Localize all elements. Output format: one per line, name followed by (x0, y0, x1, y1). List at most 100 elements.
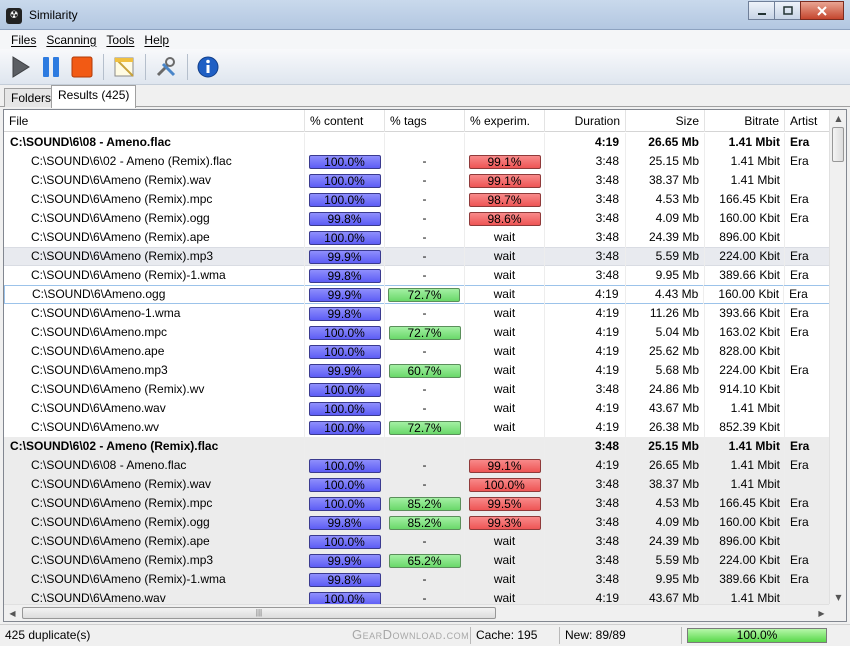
menu-scanning[interactable]: Scanning (41, 33, 101, 47)
table-row[interactable]: C:\SOUND\6\Ameno-1.wma 99.8% - wait 4:19 11.2… (4, 304, 830, 323)
table-row[interactable]: C:\SOUND\6\Ameno (Remix).wv 100.0% - wait 3:… (4, 380, 830, 399)
table-row[interactable]: C:\SOUND\6\Ameno (Remix).ape 100.0% - wait 3… (4, 532, 830, 551)
column-header-content[interactable]: % content (305, 110, 385, 132)
menu-tools[interactable]: Tools (101, 33, 139, 47)
column-header-size[interactable]: Size (626, 110, 705, 132)
size-cell: 38.37 Mb (626, 475, 705, 494)
scroll-right-arrow-icon[interactable]: ▶ (813, 605, 830, 621)
size-cell: 4.43 Mb (626, 285, 705, 304)
content-cell-bar: 99.8% (308, 515, 381, 530)
artist-cell (785, 418, 830, 437)
column-header-duration[interactable]: Duration (545, 110, 626, 132)
tags-cell-text: - (422, 344, 427, 358)
experim-cell-text: wait (493, 534, 516, 548)
experim-cell: wait (465, 551, 545, 570)
file-cell-text: C:\SOUND\6\Ameno.wav (31, 591, 166, 605)
table-row[interactable]: C:\SOUND\6\Ameno (Remix).mp3 99.9% - wait 3:… (4, 247, 830, 266)
size-cell: 5.59 Mb (626, 551, 705, 570)
size-cell: 24.86 Mb (626, 380, 705, 399)
duration-cell-text: 4:19 (595, 458, 619, 472)
file-cell-text: C:\SOUND\6\08 - Ameno.flac (31, 458, 187, 472)
column-header-bitrate[interactable]: Bitrate (705, 110, 785, 132)
vertical-scroll-thumb[interactable] (832, 127, 844, 162)
about-button[interactable] (194, 53, 222, 81)
status-divider (681, 627, 682, 644)
column-header-artist[interactable]: Artist (785, 110, 830, 132)
pause-button[interactable] (37, 53, 65, 81)
bitrate-cell-text: 160.00 Kbit (719, 211, 780, 225)
results-grid[interactable]: File % content % tags % experim. Duratio… (3, 109, 847, 622)
tags-cell: - (385, 532, 465, 551)
content-cell: 100.0% (305, 399, 385, 418)
table-row[interactable]: C:\SOUND\6\Ameno (Remix)-1.wma 99.8% - wait… (4, 266, 830, 285)
horizontal-scroll-thumb[interactable]: ||| (22, 607, 496, 619)
file-cell: C:\SOUND\6\08 - Ameno.flac (4, 133, 305, 152)
experim-cell: 99.1% (465, 171, 545, 190)
table-row[interactable]: C:\SOUND\6\Ameno (Remix).mpc 100.0% 85.2% 9… (4, 494, 830, 513)
column-header-tags[interactable]: % tags (385, 110, 465, 132)
artist-cell: Era (785, 494, 830, 513)
table-row[interactable]: C:\SOUND\6\Ameno (Remix).wav 100.0% - 100.0… (4, 475, 830, 494)
duration-cell: 4:19 (545, 323, 626, 342)
experim-cell: 99.3% (465, 513, 545, 532)
table-row[interactable]: C:\SOUND\6\Ameno.mpc 100.0% 72.7% wait 4:19 5… (4, 323, 830, 342)
experim-cell (465, 133, 545, 152)
options-button[interactable] (110, 53, 138, 81)
column-header-file[interactable]: File (4, 110, 305, 132)
menu-bar: Files Scanning Tools Help (0, 30, 850, 49)
table-row[interactable]: C:\SOUND\6\Ameno.mp3 99.9% 60.7% wait 4:19 5.… (4, 361, 830, 380)
content-cell: 100.0% (305, 190, 385, 209)
duration-cell-text: 3:48 (595, 477, 619, 491)
content-cell: 99.8% (305, 513, 385, 532)
group-header-row[interactable]: C:\SOUND\6\08 - Ameno.flac 4:19 26.65 Mb 1.… (4, 133, 830, 152)
artist-cell-text: Era (790, 572, 809, 586)
table-row[interactable]: C:\SOUND\6\Ameno (Remix).mpc 100.0% - 98.7%… (4, 190, 830, 209)
tools-button[interactable] (152, 53, 180, 81)
scroll-up-arrow-icon[interactable]: ▲ (830, 110, 846, 127)
file-cell-text: C:\SOUND\6\Ameno.ogg (32, 287, 166, 301)
maximize-icon (782, 5, 793, 15)
column-header-experim[interactable]: % experim. (465, 110, 545, 132)
group-header-row[interactable]: C:\SOUND\6\02 - Ameno (Remix).flac 3:48 25… (4, 437, 830, 456)
stop-button[interactable] (68, 53, 96, 81)
table-row[interactable]: C:\SOUND\6\Ameno.ape 100.0% - wait 4:19 25.62… (4, 342, 830, 361)
maximize-button[interactable] (774, 1, 801, 20)
horizontal-scrollbar[interactable]: ◀ ||| ▶ (4, 604, 830, 621)
tab-results[interactable]: Results (425) (51, 85, 137, 108)
table-row[interactable]: C:\SOUND\6\Ameno (Remix).ogg 99.8% 85.2% 99… (4, 513, 830, 532)
size-cell-text: 26.38 Mb (648, 420, 699, 434)
menu-help[interactable]: Help (139, 33, 174, 47)
table-row[interactable]: C:\SOUND\6\Ameno.wav 100.0% - wait 4:19 43.67… (4, 399, 830, 418)
duration-cell-text: 4:19 (595, 344, 619, 358)
artist-cell-text: Era (790, 268, 809, 282)
menu-files[interactable]: Files (6, 33, 41, 47)
size-cell-text: 9.95 Mb (655, 572, 699, 586)
table-row[interactable]: C:\SOUND\6\Ameno (Remix).wav 100.0% - 99.1%… (4, 171, 830, 190)
table-row[interactable]: C:\SOUND\6\02 - Ameno (Remix).flac 100.0%… (4, 152, 830, 171)
table-row[interactable]: C:\SOUND\6\Ameno.ogg 99.9% 72.7% wait 4:19 4.… (4, 285, 830, 304)
start-button[interactable] (6, 53, 34, 81)
tags-cell-bar: 60.7% (388, 363, 461, 378)
scroll-left-arrow-icon[interactable]: ◀ (4, 605, 21, 621)
tab-folders[interactable]: Folders (4, 88, 59, 107)
minimize-button[interactable] (748, 1, 775, 20)
experim-cell: 100.0% (465, 475, 545, 494)
table-row[interactable]: C:\SOUND\6\Ameno (Remix).ape 100.0% - wait 3… (4, 228, 830, 247)
table-row[interactable]: C:\SOUND\6\08 - Ameno.flac 100.0% - 99.1% 4:… (4, 456, 830, 475)
bitrate-cell-text: 828.00 Kbit (719, 344, 780, 358)
vertical-scrollbar[interactable]: ▲ ▼ (829, 110, 846, 606)
tags-cell-text: - (422, 382, 427, 396)
tags-cell: 65.2% (385, 551, 465, 570)
table-row[interactable]: C:\SOUND\6\Ameno (Remix).ogg 99.8% - 98.6% 3… (4, 209, 830, 228)
size-cell-text: 38.37 Mb (648, 477, 699, 491)
close-button[interactable] (800, 1, 844, 20)
table-row[interactable]: C:\SOUND\6\Ameno (Remix).mp3 99.9% 65.2% wa… (4, 551, 830, 570)
bitrate-cell-text: 393.66 Kbit (719, 306, 780, 320)
file-cell: C:\SOUND\6\Ameno-1.wma (4, 304, 305, 323)
table-row[interactable]: C:\SOUND\6\Ameno (Remix)-1.wma 99.8% - wait… (4, 570, 830, 589)
size-cell-text: 43.67 Mb (648, 591, 699, 605)
content-cell: 100.0% (305, 342, 385, 361)
bitrate-cell-text: 166.45 Kbit (719, 496, 780, 510)
size-cell-text: 4.43 Mb (654, 287, 699, 301)
table-row[interactable]: C:\SOUND\6\Ameno.wv 100.0% 72.7% wait 4:19 26… (4, 418, 830, 437)
